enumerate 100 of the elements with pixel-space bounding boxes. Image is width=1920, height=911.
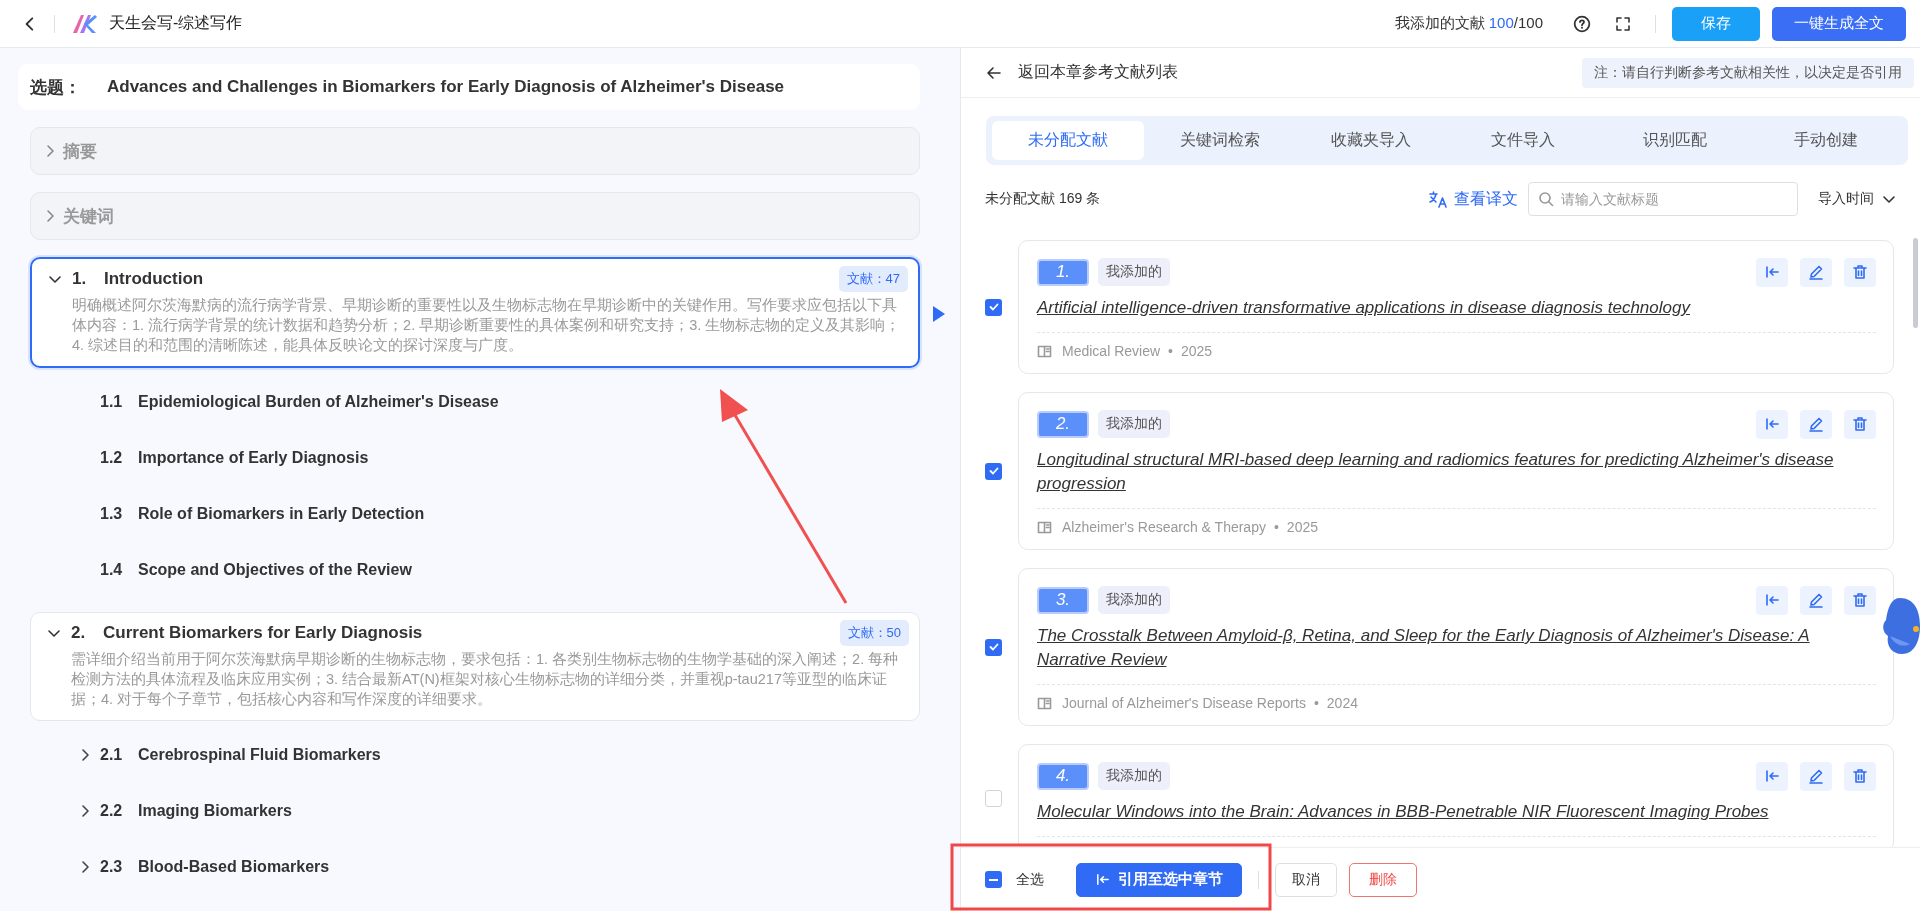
check-icon (987, 301, 1000, 313)
subsection-number: 1.1 (100, 393, 124, 411)
generate-button[interactable]: 一键生成全文 (1772, 6, 1906, 41)
subsection-item[interactable]: 2.3 Blood-Based Biomarkers (30, 839, 920, 895)
tab[interactable]: 识别匹配 (1598, 121, 1751, 160)
subsection-item[interactable]: 1.4 Scope and Objectives of the Review (30, 542, 920, 598)
reference-title[interactable]: The Crosstalk Between Amyloid-β, Retina, and Sleep for the Early Diagnosis of Alzheimer's Disease: A Narrative Review (1037, 624, 1876, 685)
separator-dot: • (1168, 343, 1173, 359)
reference-title[interactable]: Molecular Windows into the Brain: Advances in BBB-Penetrable NIR Fluorescent Imaging Probes (1037, 800, 1876, 837)
chapter-title: Introduction (104, 269, 205, 289)
cite-button[interactable] (1756, 257, 1788, 287)
select-all-label: 全选 (1016, 870, 1044, 889)
cite-button[interactable] (1756, 585, 1788, 615)
note-chip: 注：请自行判断参考文献相关性，以决定是否引用 (1582, 57, 1914, 88)
reference-count: 未分配文献 169 条 (985, 190, 1102, 208)
chapter-title: Current Biomarkers for Early Diagnosis (103, 623, 424, 643)
subsection-number: 2.3 (100, 858, 124, 876)
chapter-card[interactable]: 1. Introduction 文献：47 明确概述阿尔茨海默病的流行病学背景、早期诊断的重要性以及生物标志物在早期诊断中的关键作用。写作要求应包括以下具体内容：1. 流行病学背景的统计数据和趋势分析；2. 早期诊断重要性的具体案例和研究支持；3. 生物标志物的定义及其影响；4. 综述目的和范围的清晰陈述，能具体反映论文的探讨深度与广度。 (30, 257, 920, 368)
chapter-card[interactable]: 2. Current Biomarkers for Early Diagnosis 文献：50 需详细介绍当前用于阿尔茨海默病早期诊断的生物标志物，要求包括：1. 各类别生物标志物的生物学基础的深入阐述；2. 每种检测方法的具体流程及临床应用实例；3. 结合最新AT(N)框架对核心生物标志物的详细分类，并重视p-tau217等亚型的临床证据；4. 对于每个子章节，包括核心内容和写作深度的详细要求。 (30, 612, 920, 721)
journal-icon (1037, 695, 1052, 711)
edit-button[interactable] (1800, 585, 1832, 615)
delete-button[interactable] (1844, 761, 1876, 791)
subsection-item[interactable]: 1.1 Epidemiological Burden of Alzheimer's Disease (30, 374, 920, 430)
separator-dot: • (1273, 519, 1279, 535)
subsection-number: 1.4 (100, 561, 124, 579)
subsection-item[interactable]: 2.2 Imaging Biomarkers (30, 783, 920, 839)
cancel-button[interactable]: 取消 (1275, 862, 1337, 897)
edit-button[interactable] (1800, 257, 1832, 287)
mascot-icon[interactable] (1880, 596, 1920, 656)
scrollbar-thumb[interactable] (1913, 238, 1918, 328)
pencil-icon (1808, 768, 1824, 784)
number-badge: 2. (1037, 410, 1089, 438)
cite-to-chapter-button[interactable]: 引用至选中章节 (1076, 862, 1242, 897)
tab[interactable]: 关键词检索 (1143, 121, 1296, 160)
source-tag: 我添加的 (1098, 410, 1170, 438)
minus-icon (989, 878, 998, 881)
trash-icon (1852, 264, 1868, 280)
cite-button[interactable] (1756, 761, 1788, 791)
subsection-title: Epidemiological Burden of Alzheimer's Disease (138, 393, 499, 411)
subsection-item[interactable]: 1.2 Importance of Early Diagnosis (30, 430, 920, 486)
back-link[interactable]: 返回本章参考文献列表 (986, 62, 1178, 83)
search-field[interactable]: 请输入文献标题 (1528, 182, 1798, 216)
checkbox[interactable] (985, 638, 1002, 656)
tab[interactable]: 文件导入 (1447, 121, 1599, 160)
number-badge: 3. (1037, 586, 1089, 614)
subsection-title: Blood-Based Biomarkers (138, 858, 330, 876)
translate-link[interactable]: 查看译文 (1428, 188, 1518, 210)
delete-button[interactable] (1844, 585, 1876, 615)
checkbox[interactable] (985, 462, 1002, 480)
tab[interactable]: 收藏夹导入 (1295, 121, 1447, 160)
reference-title[interactable]: Longitudinal structural MRI-based deep learning and radiomics features for predicting Alzheimer's disease progression (1037, 448, 1876, 509)
number-badge: 4. (1037, 762, 1089, 790)
edit-button[interactable] (1800, 409, 1832, 439)
trash-icon (1852, 416, 1868, 432)
publication-year: 2025 (1180, 343, 1213, 359)
subsection-item[interactable]: 2.1 Cerebrospinal Fluid Biomarkers (30, 727, 920, 783)
journal-name: Journal of Alzheimer's Disease Reports (1062, 695, 1306, 711)
tab[interactable]: 手动创建 (1750, 121, 1903, 160)
expand-handle-icon[interactable] (932, 305, 946, 323)
cite-icon (1764, 264, 1780, 280)
edit-button[interactable] (1800, 761, 1832, 791)
checkbox[interactable] (985, 789, 1002, 807)
checkbox[interactable] (985, 871, 1002, 888)
journal-name: Alzheimer's Research & Therapy (1062, 519, 1266, 535)
subsection-number: 1.2 (100, 449, 124, 467)
source-tag: 我添加的 (1098, 258, 1170, 286)
subsection-number: 2.1 (100, 746, 124, 764)
chapter-number: 1. (72, 269, 88, 289)
subsection-item[interactable]: 1.3 Role of Biomarkers in Early Detection (30, 486, 920, 542)
section-title: 关键词 (63, 205, 114, 228)
source-tag: 我添加的 (1098, 762, 1170, 790)
chapter-number: 2. (71, 623, 87, 643)
delete-button[interactable] (1844, 257, 1876, 287)
app-title: 天生会写-综述写作 (109, 13, 243, 33)
fullscreen-icon[interactable] (1615, 15, 1631, 32)
delete-button[interactable] (1844, 409, 1876, 439)
check-icon (987, 641, 1000, 653)
topic-title: Advances and Challenges in Biomarkers for Early Diagnosis of Alzheimer's Disease (107, 77, 785, 97)
pencil-icon (1808, 416, 1824, 432)
delete-button[interactable]: 删除 (1349, 862, 1417, 897)
publication-year: 2025 (1286, 519, 1318, 535)
cite-icon (1764, 768, 1780, 784)
reference-title[interactable]: Artificial intelligence-driven transformative applications in disease diagnosis technology (1037, 296, 1876, 333)
sort-dropdown[interactable]: 导入时间 (1818, 190, 1896, 208)
number-badge: 1. (1037, 258, 1089, 286)
cite-icon (1095, 872, 1110, 887)
cite-icon (1764, 592, 1780, 608)
quota-counter: 我添加的文献 100/100 (1394, 14, 1543, 33)
checkbox[interactable] (985, 298, 1002, 316)
subsection-title: Imaging Biomarkers (138, 802, 292, 820)
subsection-title: Scope and Objectives of the Review (138, 561, 412, 579)
subsection-number: 2.2 (100, 802, 124, 820)
help-icon[interactable] (1573, 14, 1591, 33)
app-logo (71, 12, 97, 35)
journal-icon (1037, 519, 1052, 535)
tab[interactable]: 未分配文献 (992, 121, 1144, 160)
cite-button[interactable] (1756, 409, 1788, 439)
check-icon (987, 465, 1000, 477)
chapter-description: 需详细介绍当前用于阿尔茨海默病早期诊断的生物标志物，要求包括：1. 各类别生物标志物的生物学基础的深入阐述；2. 每种检测方法的具体流程及临床应用实例；3. 结合最新AT(N)框架对核心生物标志物的详细分类，并重视p-tau217等亚型的临床证据；4. 对于每个子章节，包括核心内容和写作深度的详细要求。 (70, 650, 900, 709)
trash-icon (1852, 768, 1868, 784)
